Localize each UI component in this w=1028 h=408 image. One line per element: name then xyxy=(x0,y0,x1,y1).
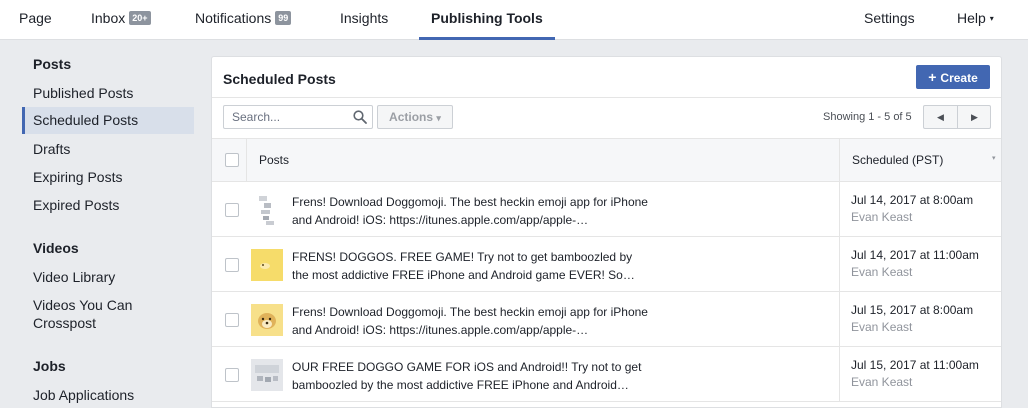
nav-notifications[interactable]: Notifications 99 xyxy=(195,0,292,40)
doggo-game-grey-thumbnail xyxy=(251,359,283,391)
scheduled-author[interactable]: Evan Keast xyxy=(851,375,912,389)
chevron-left-icon: ◀ xyxy=(937,112,944,122)
nav-settings-label: Settings xyxy=(864,10,915,26)
table-row[interactable]: Frens! Download Doggomoji. The best heck… xyxy=(212,182,1001,237)
table-row[interactable]: OUR FREE DOGGO GAME FOR iOS and Android!… xyxy=(212,347,1001,402)
nav-notifications-label: Notifications xyxy=(195,10,272,26)
column-header-posts[interactable]: Posts xyxy=(259,153,289,167)
nav-publishing-tools-label: Publishing Tools xyxy=(431,10,543,26)
post-text[interactable]: OUR FREE DOGGO GAME FOR iOS and Android!… xyxy=(292,358,652,394)
create-button[interactable]: + Create xyxy=(916,65,990,89)
nav-publishing-tools[interactable]: Publishing Tools xyxy=(419,0,555,40)
next-page-button[interactable]: ▶ xyxy=(958,106,991,128)
sidebar-item-expired-posts[interactable]: Expired Posts xyxy=(22,196,194,214)
nav-inbox-label: Inbox xyxy=(91,10,126,26)
row-checkbox[interactable] xyxy=(225,368,239,382)
select-all-checkbox[interactable] xyxy=(225,153,239,167)
previous-page-button[interactable]: ◀ xyxy=(924,106,957,128)
table-row[interactable]: FRENS! DOGGOS. FREE GAME! Try not to get… xyxy=(212,237,1001,292)
header-divider xyxy=(212,97,1001,98)
sidebar-item-drafts[interactable]: Drafts xyxy=(22,140,194,158)
scheduled-author[interactable]: Evan Keast xyxy=(851,210,912,224)
pagination-controls: ◀ ▶ xyxy=(923,105,991,129)
row-checkbox[interactable] xyxy=(225,203,239,217)
table-header: Posts Scheduled (PST) ▾ xyxy=(212,138,1001,182)
search-box xyxy=(223,105,373,129)
sidebar: Posts Published Posts Scheduled Posts Dr… xyxy=(0,41,200,408)
table-row[interactable]: Frens! Download Doggomoji. The best heck… xyxy=(212,292,1001,347)
actions-label: Actions xyxy=(389,110,434,124)
panel-title: Scheduled Posts xyxy=(223,71,336,87)
scheduled-posts-panel: Scheduled Posts +Create Actions ▾ Showin… xyxy=(211,56,1002,408)
doggomoji-grid-thumbnail xyxy=(251,194,283,226)
scheduled-date: Jul 15, 2017 at 8:00am xyxy=(851,303,974,317)
nav-page-label: Page xyxy=(19,10,52,26)
actions-dropdown[interactable]: Actions ▾ xyxy=(377,105,453,129)
column-divider xyxy=(839,292,840,347)
nav-insights-label: Insights xyxy=(340,10,389,26)
search-icon[interactable] xyxy=(353,110,367,124)
yellow-doggo-thumbnail xyxy=(251,249,283,281)
scheduled-date: Jul 14, 2017 at 11:00am xyxy=(851,248,979,262)
notifications-count-badge: 99 xyxy=(275,11,292,25)
nav-help-label: Help xyxy=(957,10,986,26)
pagination-status: Showing 1 - 5 of 5 xyxy=(823,111,912,123)
sidebar-item-expiring-posts[interactable]: Expiring Posts xyxy=(22,168,194,186)
nav-inbox[interactable]: Inbox 20+ xyxy=(91,0,151,40)
select-all-cell xyxy=(212,139,247,181)
create-button-label: Create xyxy=(940,71,978,85)
sidebar-heading-jobs: Jobs xyxy=(33,358,66,374)
row-checkbox[interactable] xyxy=(225,258,239,272)
column-header-scheduled-cell[interactable]: Scheduled (PST) ▾ xyxy=(839,139,1001,181)
nav-insights[interactable]: Insights xyxy=(340,0,388,40)
sidebar-item-published-posts[interactable]: Published Posts xyxy=(22,84,194,102)
scheduled-date: Jul 14, 2017 at 8:00am xyxy=(851,193,974,207)
sort-caret-icon: ▾ xyxy=(992,155,996,162)
search-input[interactable] xyxy=(232,106,352,128)
scheduled-author[interactable]: Evan Keast xyxy=(851,320,912,334)
scheduled-author[interactable]: Evan Keast xyxy=(851,265,912,279)
column-header-scheduled: Scheduled (PST) xyxy=(852,153,944,167)
column-divider xyxy=(839,347,840,402)
sidebar-item-video-library[interactable]: Video Library xyxy=(22,268,194,286)
nav-help[interactable]: Help ▾ xyxy=(957,0,994,40)
nav-settings[interactable]: Settings xyxy=(864,0,915,40)
doge-face-thumbnail xyxy=(251,304,283,336)
sidebar-item-scheduled-posts[interactable]: Scheduled Posts xyxy=(22,107,194,134)
column-divider xyxy=(839,182,840,237)
sidebar-heading-videos: Videos xyxy=(33,240,79,256)
sidebar-item-videos-you-can-crosspost[interactable]: Videos You Can Crosspost xyxy=(22,296,172,332)
post-text[interactable]: Frens! Download Doggomoji. The best heck… xyxy=(292,303,652,339)
chevron-right-icon: ▶ xyxy=(971,112,978,122)
chevron-down-icon: ▾ xyxy=(989,14,994,23)
top-navigation: Page Inbox 20+ Notifications 99 Insights P… xyxy=(0,0,1028,40)
inbox-count-badge: 20+ xyxy=(129,11,151,25)
row-checkbox[interactable] xyxy=(225,313,239,327)
plus-icon: + xyxy=(928,69,937,85)
column-divider xyxy=(839,237,840,292)
scheduled-date: Jul 15, 2017 at 11:00am xyxy=(851,358,979,372)
nav-page[interactable]: Page xyxy=(19,0,52,40)
chevron-down-icon: ▾ xyxy=(436,113,441,123)
sidebar-item-job-applications[interactable]: Job Applications xyxy=(22,386,194,404)
post-text[interactable]: FRENS! DOGGOS. FREE GAME! Try not to get… xyxy=(292,248,652,284)
sidebar-heading-posts: Posts xyxy=(33,56,72,72)
post-text[interactable]: Frens! Download Doggomoji. The best heck… xyxy=(292,193,652,229)
